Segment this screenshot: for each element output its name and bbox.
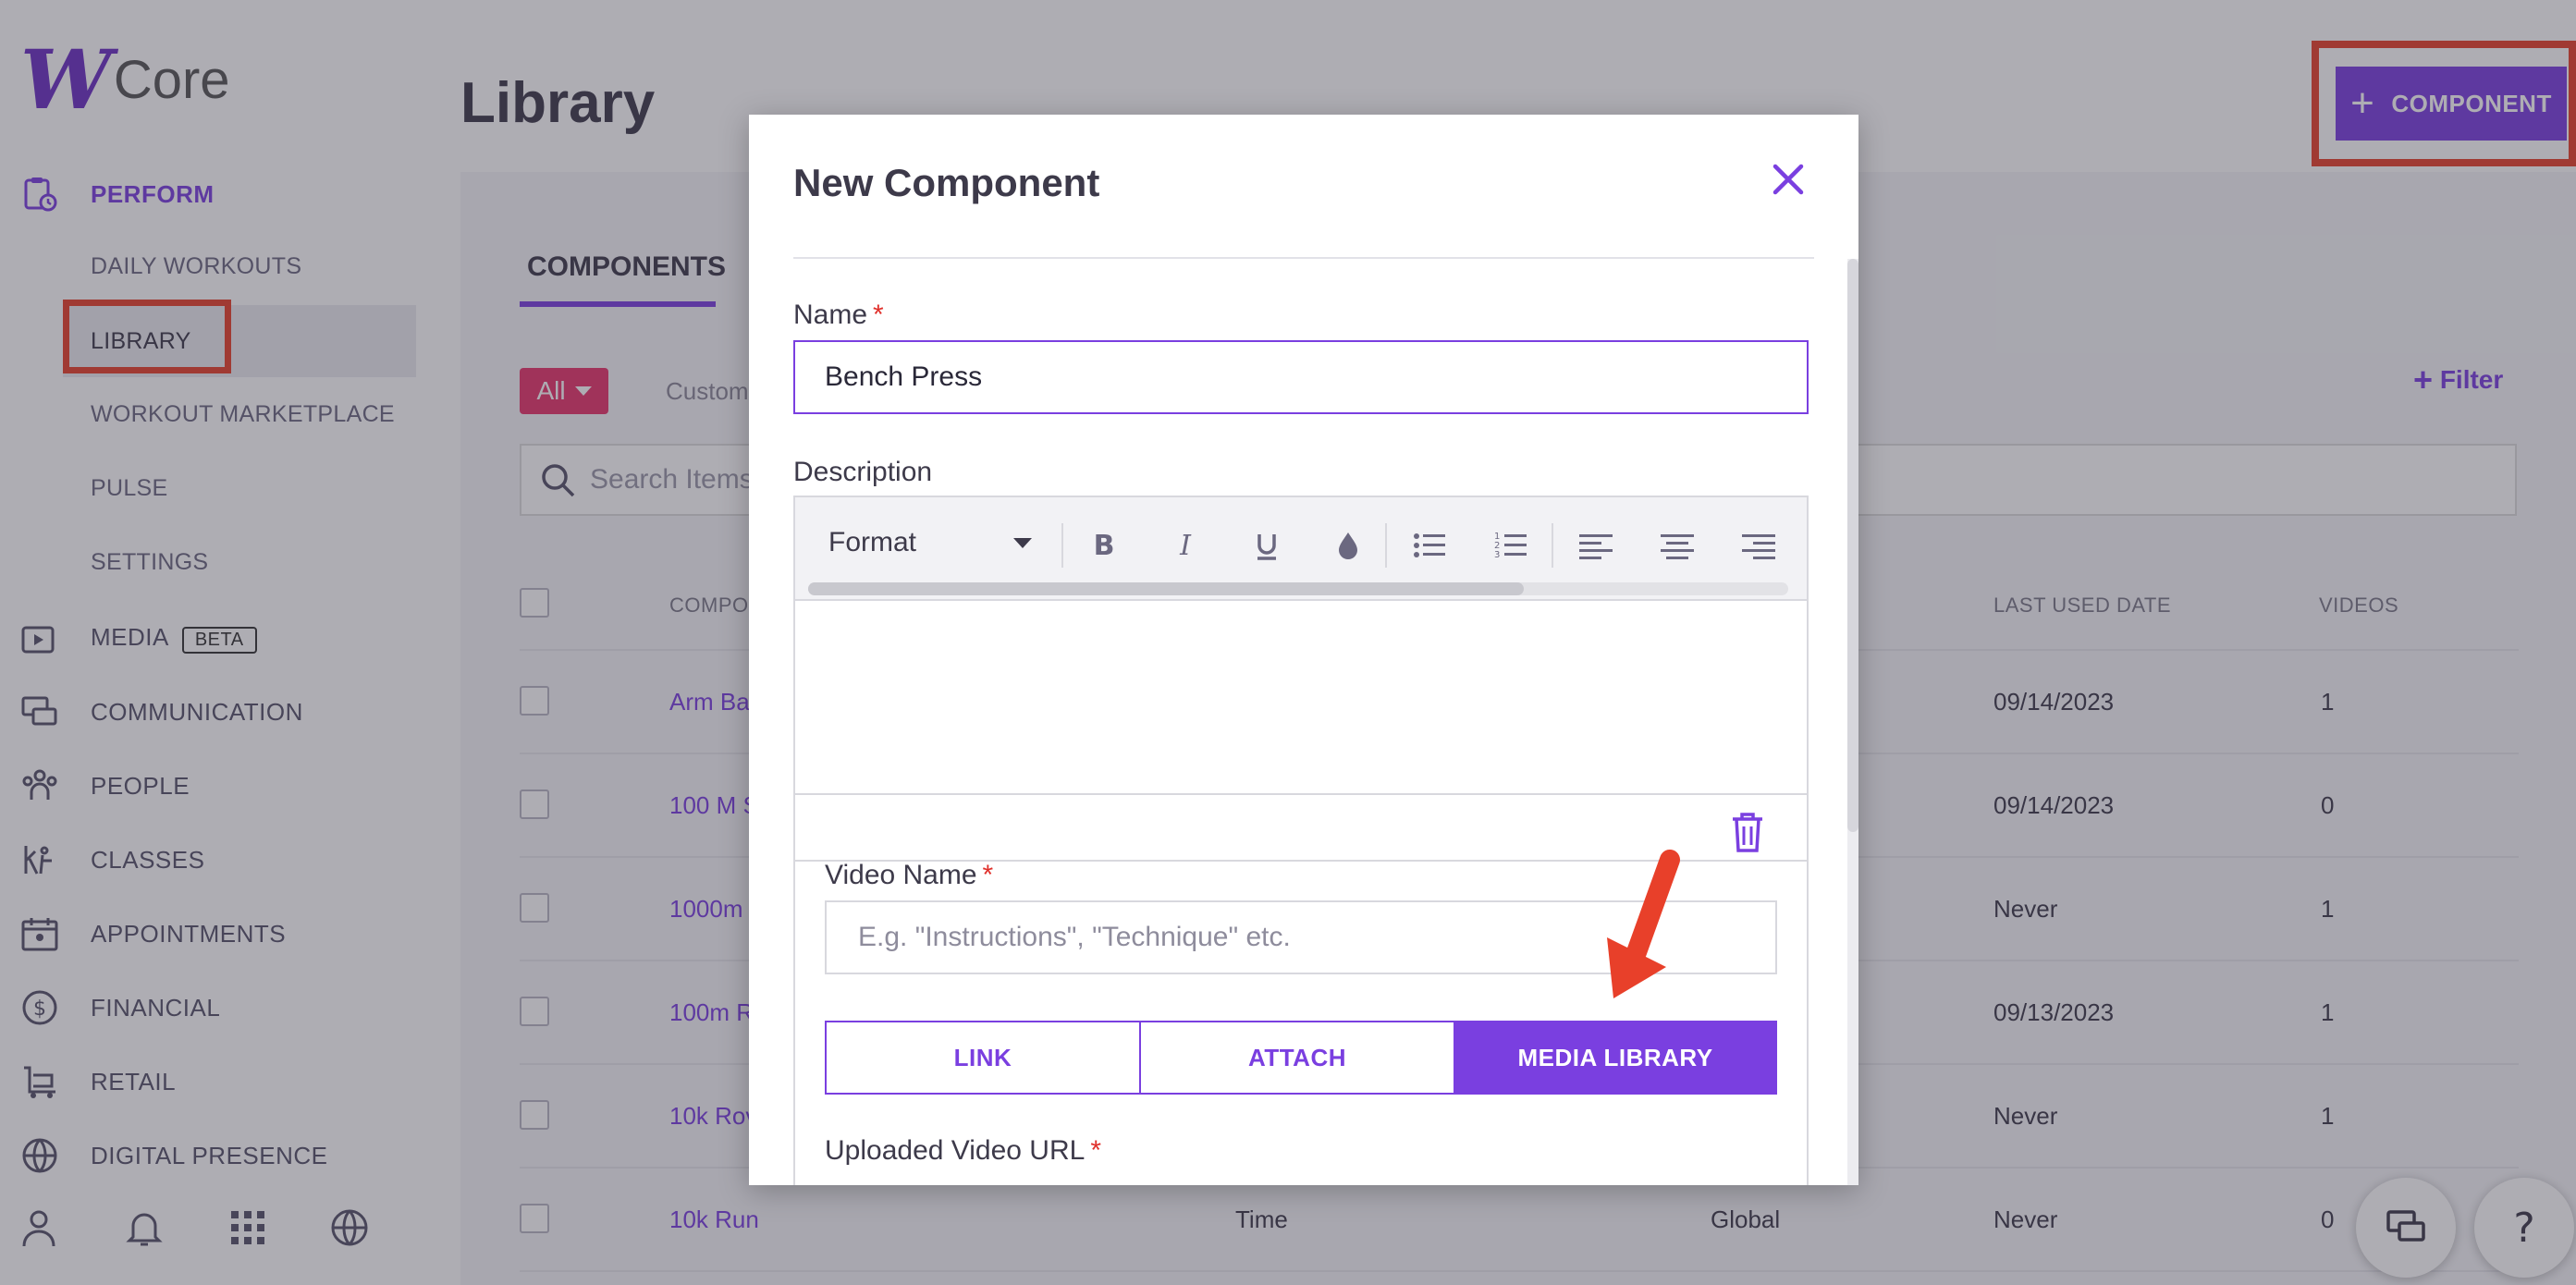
svg-text:I: I — [1179, 530, 1192, 562]
new-component-dialog: New Component Name* Description Format B… — [749, 115, 1858, 1185]
svg-text:3: 3 — [1494, 550, 1500, 560]
caret-down-icon[interactable] — [1013, 538, 1032, 548]
link-tab-button[interactable]: LINK — [825, 1021, 1141, 1095]
bullet-list-icon[interactable] — [1409, 525, 1450, 566]
description-label: Description — [793, 457, 933, 487]
close-icon[interactable] — [1768, 159, 1809, 200]
toolbar-separator — [1552, 523, 1553, 568]
media-library-tab-button[interactable]: MEDIA LIBRARY — [1454, 1021, 1777, 1095]
dialog-divider — [793, 257, 1814, 259]
align-center-icon[interactable] — [1657, 525, 1698, 566]
numbered-list-icon[interactable]: 123 — [1490, 525, 1531, 566]
bold-icon[interactable]: B — [1084, 525, 1124, 566]
editor-toolbar: Format B I 123 — [795, 497, 1807, 601]
align-right-icon[interactable] — [1738, 525, 1779, 566]
name-label: Name * — [793, 300, 884, 330]
toolbar-separator — [1385, 523, 1387, 568]
svg-text:B: B — [1094, 530, 1115, 562]
dialog-title: New Component — [793, 161, 1100, 204]
video-name-field[interactable] — [825, 900, 1777, 974]
toolbar-separator — [1061, 523, 1063, 568]
attach-tab-button[interactable]: ATTACH — [1139, 1021, 1455, 1095]
video-section — [793, 793, 1809, 1185]
trash-icon[interactable] — [1727, 810, 1768, 854]
video-url-label: Uploaded Video URL * — [825, 1135, 1101, 1166]
format-dropdown[interactable]: Format — [828, 527, 916, 558]
color-drop-icon[interactable] — [1328, 525, 1368, 566]
name-field[interactable] — [793, 340, 1809, 414]
align-left-icon[interactable] — [1576, 525, 1616, 566]
toolbar-scrollbar-thumb[interactable] — [808, 582, 1524, 595]
dialog-scrollbar-thumb[interactable] — [1847, 259, 1858, 832]
italic-icon[interactable]: I — [1165, 525, 1206, 566]
underline-icon[interactable] — [1246, 525, 1287, 566]
video-name-label: Video Name * — [825, 860, 994, 890]
